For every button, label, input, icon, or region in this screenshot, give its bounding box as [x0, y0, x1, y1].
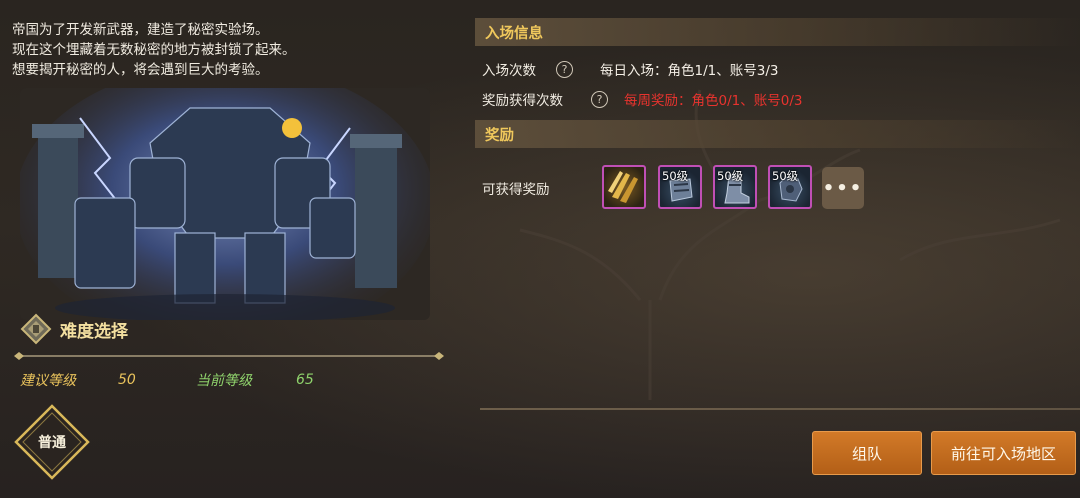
recommended-level-value: 50 — [118, 372, 136, 388]
rewards-title: 奖励 — [485, 127, 514, 144]
level-row: 建议等级 50 当前等级 65 — [20, 370, 314, 390]
difficulty-mode-label: 普通 — [38, 435, 66, 451]
entry-info-title: 入场信息 — [485, 25, 543, 42]
difficulty-header: 难度选择 — [20, 313, 128, 345]
dungeon-description: 帝国为了开发新武器，建造了秘密实验场。 现在这个埋藏着无数秘密的地方被封锁了起来… — [12, 20, 432, 80]
reward-count-label: 奖励获得次数 — [482, 93, 563, 109]
entry-count-value: 每日入场：角色1/1、账号3/3 — [600, 63, 779, 79]
entry-count-help-icon[interactable]: ? — [556, 60, 573, 78]
reward-item-glove[interactable]: 50级 — [768, 165, 812, 209]
reward-count-help-icon[interactable]: ? — [591, 90, 608, 108]
reward-item-gold-claw[interactable] — [602, 165, 646, 209]
rewards-header: 奖励 — [475, 120, 1080, 148]
difficulty-title: 难度选择 — [60, 321, 128, 342]
difficulty-divider — [14, 352, 444, 360]
item-level-label: 50级 — [772, 169, 799, 183]
difficulty-normal-button[interactable]: 普通 — [14, 404, 90, 480]
description-line: 帝国为了开发新武器，建造了秘密实验场。 — [12, 22, 269, 38]
reward-count-value: 每周奖励：角色0/1、账号0/3 — [624, 93, 803, 109]
item-level-label: 50级 — [717, 169, 744, 183]
bottom-divider — [480, 408, 1080, 410]
description-line: 现在这个埋藏着无数秘密的地方被封锁了起来。 — [12, 42, 296, 58]
entry-count-label: 入场次数 — [482, 63, 536, 79]
reward-item-gauntlet[interactable]: 50级 — [658, 165, 702, 209]
entry-count-row: 入场次数 ? 每日入场：角色1/1、账号3/3 — [482, 58, 778, 80]
item-level-label: 50级 — [662, 169, 689, 183]
current-level-value: 65 — [296, 372, 314, 388]
dungeon-boss-artwork — [20, 88, 430, 320]
recommended-level-label: 建议等级 — [20, 373, 76, 389]
entry-info-header: 入场信息 — [475, 18, 1080, 46]
team-button[interactable]: 组队 — [812, 431, 922, 475]
reward-count-row: 奖励获得次数 ? 每周奖励：角色0/1、账号0/3 — [482, 88, 802, 110]
rewards-available-label: 可获得奖励 — [482, 182, 550, 198]
current-level-label: 当前等级 — [196, 373, 252, 389]
description-line: 想要揭开秘密的人，将会遇到巨大的考验。 — [12, 62, 269, 78]
more-rewards-button[interactable]: ••• — [822, 167, 864, 209]
goto-entry-area-button[interactable]: 前往可入场地区 — [931, 431, 1076, 475]
gold-claw-icon — [608, 171, 638, 203]
reward-item-boot[interactable]: 50级 — [713, 165, 757, 209]
difficulty-emblem-icon — [20, 313, 52, 345]
